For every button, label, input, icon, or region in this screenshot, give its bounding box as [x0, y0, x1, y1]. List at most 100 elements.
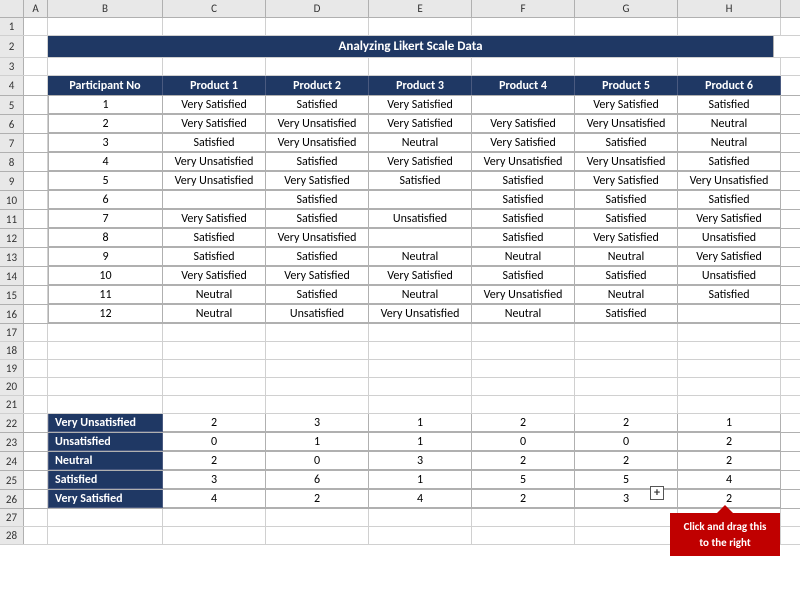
cell-a2[interactable] [24, 36, 48, 57]
cell-b14[interactable]: 10 [48, 267, 163, 285]
cell-d14[interactable]: Very Satisfied [266, 267, 369, 285]
cell-c6[interactable]: Very Satisfied [163, 115, 266, 133]
cell-e14[interactable]: Very Satisfied [369, 267, 472, 285]
cell-c1[interactable] [163, 18, 266, 35]
cell-d1[interactable] [266, 18, 369, 35]
cell-f12[interactable]: Satisfied [472, 229, 575, 247]
cell-f13[interactable]: Neutral [472, 248, 575, 266]
cell-a7[interactable] [24, 134, 48, 152]
cell-e1[interactable] [369, 18, 472, 35]
cell-c12[interactable]: Satisfied [163, 229, 266, 247]
cell-b7[interactable]: 3 [48, 134, 163, 152]
cell-a5[interactable] [24, 96, 48, 114]
cell-f25[interactable]: 5 [472, 471, 575, 489]
cell-c8[interactable]: Very Unsatisfied [163, 153, 266, 171]
cell-b12[interactable]: 8 [48, 229, 163, 247]
cell-b3[interactable] [48, 58, 163, 75]
cell-e13[interactable]: Neutral [369, 248, 472, 266]
cell-b15[interactable]: 11 [48, 286, 163, 304]
cell-a9[interactable] [24, 172, 48, 190]
cell-c27[interactable] [163, 509, 266, 526]
cell-a25[interactable] [24, 471, 48, 489]
cell-d10[interactable]: Satisfied [266, 191, 369, 209]
cell-h11[interactable]: Very Satisfied [678, 210, 781, 228]
cell-d25[interactable]: 6 [266, 471, 369, 489]
cell-b5[interactable]: 1 [48, 96, 163, 114]
cell-c3[interactable] [163, 58, 266, 75]
cell-e28[interactable] [369, 527, 472, 544]
cell-d26[interactable]: 2 [266, 490, 369, 508]
cell-d23[interactable]: 1 [266, 433, 369, 451]
cell-e5[interactable]: Very Satisfied [369, 96, 472, 114]
cell-d5[interactable]: Satisfied [266, 96, 369, 114]
cell-a11[interactable] [24, 210, 48, 228]
cell-g7[interactable]: Satisfied [575, 134, 678, 152]
cell-f26[interactable]: 2 [472, 490, 575, 508]
cell-e10[interactable] [369, 191, 472, 209]
cell-a26[interactable] [24, 490, 48, 508]
cell-a22[interactable] [24, 414, 48, 432]
cell-a10[interactable] [24, 191, 48, 209]
cell-h12[interactable]: Unsatisfied [678, 229, 781, 247]
cell-f6[interactable]: Very Satisfied [472, 115, 575, 133]
cell-f8[interactable]: Very Unsatisfied [472, 153, 575, 171]
cell-c11[interactable]: Very Satisfied [163, 210, 266, 228]
cell-f10[interactable]: Satisfied [472, 191, 575, 209]
cell-b27[interactable] [48, 509, 163, 526]
cell-h5[interactable]: Satisfied [678, 96, 781, 114]
cell-f24[interactable]: 2 [472, 452, 575, 470]
cell-c25[interactable]: 3 [163, 471, 266, 489]
cell-a1[interactable] [24, 18, 48, 35]
cell-c16[interactable]: Neutral [163, 305, 266, 323]
cell-a8[interactable] [24, 153, 48, 171]
col-header-d[interactable]: D [266, 0, 369, 17]
cell-g9[interactable]: Very Satisfied [575, 172, 678, 190]
cell-a28[interactable] [24, 527, 48, 544]
cell-e23[interactable]: 1 [369, 433, 472, 451]
cell-a16[interactable] [24, 305, 48, 323]
cell-f9[interactable]: Satisfied [472, 172, 575, 190]
cell-g28[interactable] [575, 527, 678, 544]
cell-d16[interactable]: Unsatisfied [266, 305, 369, 323]
cell-g6[interactable]: Very Unsatisfied [575, 115, 678, 133]
cell-f27[interactable] [472, 509, 575, 526]
cell-h22[interactable]: 1 [678, 414, 781, 432]
cell-h10[interactable]: Satisfied [678, 191, 781, 209]
cell-c7[interactable]: Satisfied [163, 134, 266, 152]
cell-b11[interactable]: 7 [48, 210, 163, 228]
cell-d6[interactable]: Very Unsatisfied [266, 115, 369, 133]
cell-c15[interactable]: Neutral [163, 286, 266, 304]
cell-e15[interactable]: Neutral [369, 286, 472, 304]
cell-h16[interactable] [678, 305, 781, 323]
cell-a23[interactable] [24, 433, 48, 451]
cell-c23[interactable]: 0 [163, 433, 266, 451]
cell-b13[interactable]: 9 [48, 248, 163, 266]
cell-d12[interactable]: Very Unsatisfied [266, 229, 369, 247]
cell-e11[interactable]: Unsatisfied [369, 210, 472, 228]
col-header-b[interactable]: B [48, 0, 163, 17]
cell-d22[interactable]: 3 [266, 414, 369, 432]
cell-a3[interactable] [24, 58, 48, 75]
cell-a13[interactable] [24, 248, 48, 266]
cell-h6[interactable]: Neutral [678, 115, 781, 133]
col-header-g[interactable]: G [575, 0, 678, 17]
cell-g24[interactable]: 2 [575, 452, 678, 470]
cell-a24[interactable] [24, 452, 48, 470]
col-header-f[interactable]: F [472, 0, 575, 17]
expand-icon[interactable]: + [650, 486, 664, 500]
cell-c26[interactable]: 4 [163, 490, 266, 508]
cell-g3[interactable] [575, 58, 678, 75]
cell-e9[interactable]: Satisfied [369, 172, 472, 190]
cell-g8[interactable]: Very Unsatisfied [575, 153, 678, 171]
cell-d11[interactable]: Satisfied [266, 210, 369, 228]
cell-e27[interactable] [369, 509, 472, 526]
cell-d3[interactable] [266, 58, 369, 75]
cell-c14[interactable]: Very Satisfied [163, 267, 266, 285]
cell-f23[interactable]: 0 [472, 433, 575, 451]
cell-b28[interactable] [48, 527, 163, 544]
cell-f11[interactable]: Satisfied [472, 210, 575, 228]
cell-h8[interactable]: Satisfied [678, 153, 781, 171]
cell-a15[interactable] [24, 286, 48, 304]
cell-d13[interactable]: Satisfied [266, 248, 369, 266]
cell-b8[interactable]: 4 [48, 153, 163, 171]
